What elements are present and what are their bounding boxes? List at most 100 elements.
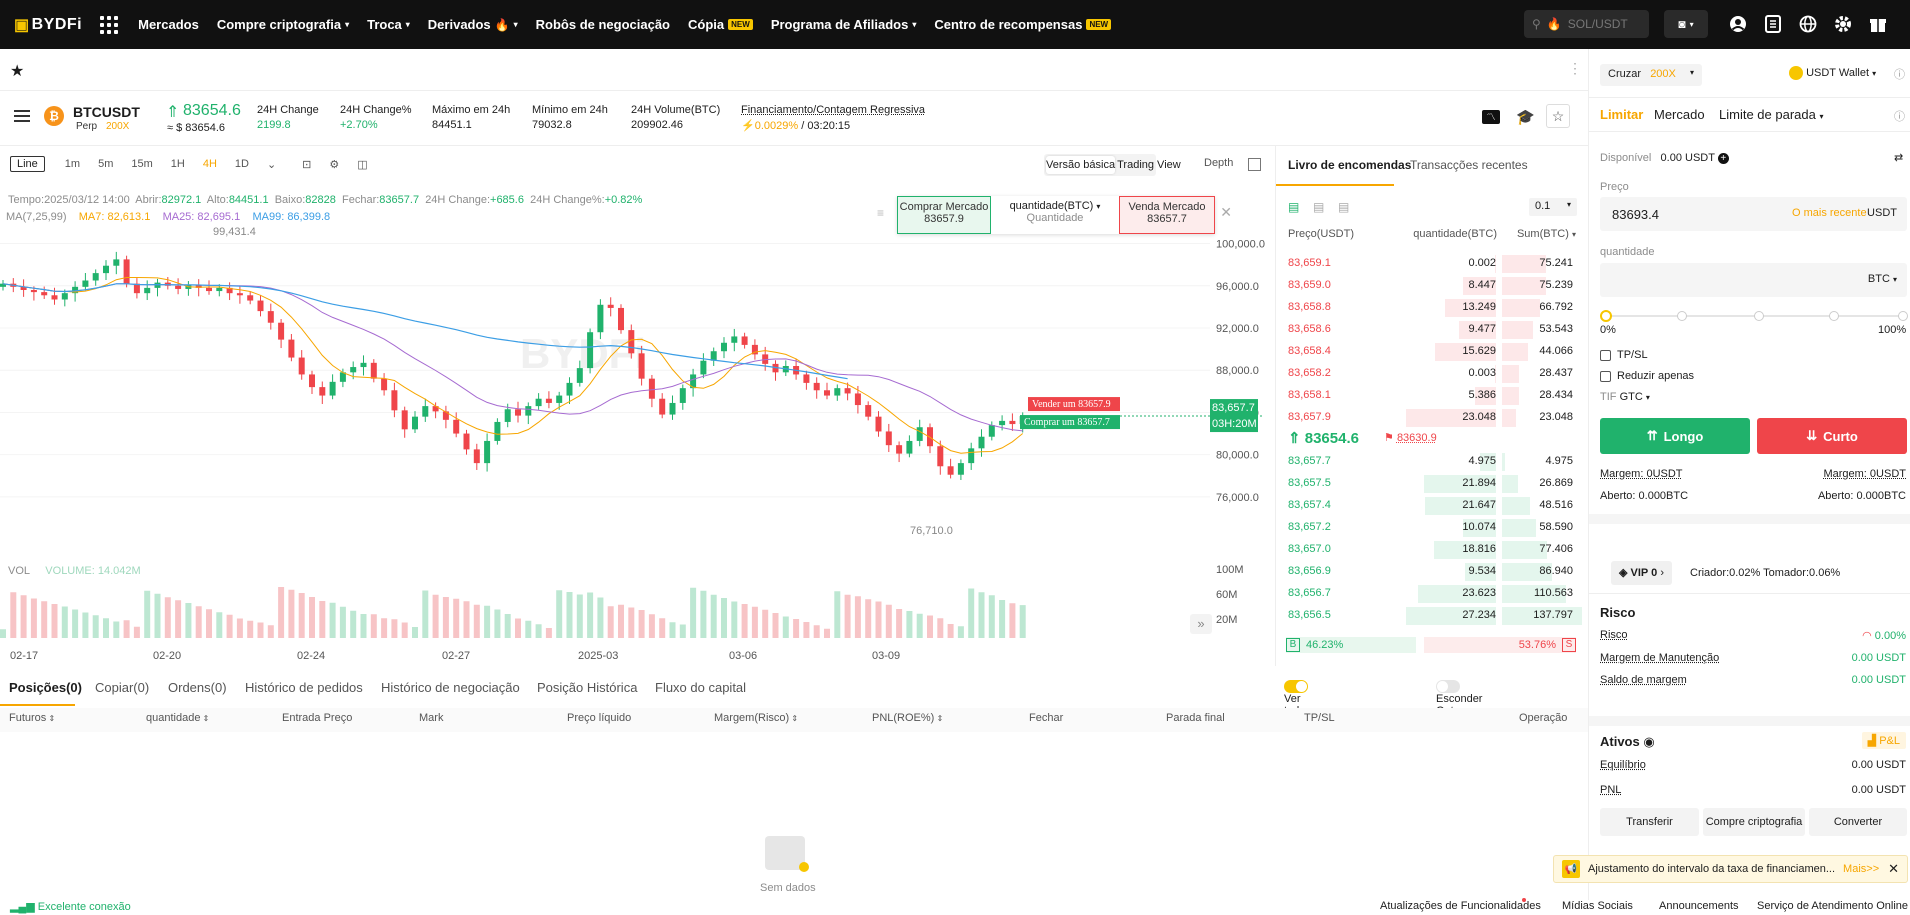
candlestick-chart[interactable]: BYDFi 99,431.4 76,710.0 100,000.0 96,000.0 92… — [0, 188, 1275, 665]
tab-order-book[interactable]: Livro de encomendas — [1288, 158, 1411, 172]
footer-link-updates[interactable]: Atualizações de Funcionalidades — [1380, 900, 1541, 912]
gear-icon[interactable] — [1831, 12, 1855, 36]
quantity-unit-select[interactable]: BTC ▾ — [1868, 273, 1897, 285]
nav-item[interactable]: Programa de Afiliados ▾ — [771, 17, 917, 32]
chart-icon[interactable]: 〽 — [1482, 110, 1500, 124]
star-icon[interactable]: ★ — [10, 61, 24, 81]
settings-icon[interactable]: ⚙ — [329, 158, 339, 171]
column-header[interactable]: Futuros ⇕ — [9, 712, 55, 724]
vip-level-button[interactable]: ◈ VIP 0 › — [1611, 561, 1672, 585]
view-both-icon[interactable]: ▤ — [1288, 200, 1299, 214]
tpsl-checkbox[interactable]: TP/SL — [1600, 349, 1648, 361]
close-icon[interactable]: ✕ — [1888, 861, 1899, 877]
indicator-icon[interactable]: ⊡ — [302, 158, 311, 171]
bid-row[interactable]: 83,657.0 18.816 77.406 — [1276, 539, 1589, 561]
column-header[interactable]: quantidade ⇕ — [146, 712, 209, 724]
bid-row[interactable]: 83,657.4 21.647 48.516 — [1276, 495, 1589, 517]
pnl-button[interactable]: ▟ P&L — [1862, 732, 1906, 749]
bid-row[interactable]: 83,657.5 21.894 26.869 — [1276, 473, 1589, 495]
timeframe-5m[interactable]: 5m — [98, 158, 113, 170]
margin-mode-select[interactable]: Cruzar 200X ▾ — [1600, 64, 1702, 86]
convert-button[interactable]: Converter — [1809, 808, 1907, 836]
buy-crypto-button[interactable]: Compre criptografia — [1703, 808, 1805, 836]
bid-row[interactable]: 83,656.9 9.534 86.940 — [1276, 561, 1589, 583]
add-icon[interactable]: + — [1718, 153, 1729, 164]
bid-row[interactable]: 83,656.5 27.234 137.797 — [1276, 605, 1589, 627]
bottom-tab[interactable]: Fluxo do capital — [655, 680, 746, 695]
nav-item[interactable]: Derivados 🔥 ▾ — [428, 17, 518, 32]
nav-item[interactable]: Centro de recompensas NEW — [934, 17, 1111, 32]
camera-icon[interactable]: ◫ — [357, 158, 367, 171]
price-input[interactable]: 83693.4 O mais recente USDT — [1600, 197, 1907, 231]
footer-link-social[interactable]: Mídias Sociais — [1562, 900, 1633, 912]
bottom-tab[interactable]: Posições(0) — [9, 680, 82, 695]
footer-link-announcements[interactable]: Announcements — [1659, 900, 1739, 912]
menu-icon[interactable] — [14, 110, 30, 122]
bid-row[interactable]: 83,657.7 4.975 4.975 — [1276, 451, 1589, 473]
ticker-symbol[interactable]: BTCUSDT — [73, 104, 140, 120]
precision-select[interactable]: 0.1 ▾ — [1529, 198, 1577, 216]
ask-row[interactable]: 83,658.6 9.477 53.543 — [1276, 319, 1589, 341]
tif-select[interactable]: TIF GTC ▾ — [1600, 391, 1650, 403]
view-bids-icon[interactable]: ▤ — [1313, 200, 1324, 214]
footer-link-support[interactable]: Serviço de Atendimento Online — [1757, 900, 1908, 912]
bottom-tab[interactable]: Histórico de pedidos — [245, 680, 363, 695]
more-icon[interactable]: ⋮ — [1568, 60, 1582, 77]
slider-handle[interactable] — [1600, 310, 1612, 322]
chart-area[interactable]: BYDFi 99,431.4 76,710.0 100,000.0 96,000.0 92… — [0, 188, 1275, 665]
drag-handle-icon[interactable]: ≡ — [877, 206, 884, 220]
more-link[interactable]: Mais>> — [1843, 863, 1879, 875]
close-icon[interactable]: ✕ — [1220, 204, 1232, 221]
stat-funding[interactable]: Financiamento/Contagem Regressiva ⚡0.0029… — [741, 104, 925, 132]
bottom-tab[interactable]: Copiar(0) — [95, 680, 149, 695]
quantity-slider[interactable] — [1605, 315, 1903, 317]
ask-row[interactable]: 83,658.8 13.249 66.792 — [1276, 297, 1589, 319]
timeframe-15m[interactable]: 15m — [131, 158, 152, 170]
basic-view-button[interactable]: Versão básica — [1046, 156, 1115, 174]
column-header[interactable]: PNL(ROE%) ⇕ — [872, 712, 943, 724]
nav-item[interactable]: Cópia NEW — [688, 17, 753, 32]
tab-recent-trades[interactable]: Transacções recentes — [1410, 158, 1528, 172]
globe-icon[interactable] — [1796, 12, 1820, 36]
tab-limit[interactable]: Limitar — [1600, 107, 1643, 122]
nav-item[interactable]: Robôs de negociação — [536, 17, 670, 32]
view-asks-icon[interactable]: ▤ — [1338, 200, 1349, 214]
ask-row[interactable]: 83,658.1 5.386 28.434 — [1276, 385, 1589, 407]
quick-buy-button[interactable]: Comprar Mercado 83657.9 — [897, 196, 991, 234]
tradingview-button[interactable]: Trading View — [1117, 154, 1181, 176]
tab-market[interactable]: Mercado — [1654, 107, 1705, 122]
eye-icon[interactable]: ◉ — [1643, 734, 1654, 749]
logo[interactable]: ▣ BYDFi — [14, 15, 82, 35]
nav-item[interactable]: Troca ▾ — [367, 17, 410, 32]
nav-item[interactable]: Compre criptografia ▾ — [217, 17, 349, 32]
quick-sell-button[interactable]: Venda Mercado 83657.7 — [1119, 196, 1215, 234]
ask-row[interactable]: 83,659.0 8.447 75.239 — [1276, 275, 1589, 297]
latest-price-button[interactable]: O mais recente — [1792, 207, 1867, 219]
download-icon[interactable] — [1761, 12, 1785, 36]
search-box[interactable]: ⚲ 🔥 SOL/USDT — [1524, 10, 1649, 38]
timeframe-4H[interactable]: 4H — [203, 158, 217, 170]
nav-item[interactable]: Mercados — [138, 17, 199, 32]
bottom-tab[interactable]: Histórico de negociação — [381, 680, 520, 695]
bid-row[interactable]: 83,656.7 23.623 110.563 — [1276, 583, 1589, 605]
info-icon[interactable]: ⓘ — [1894, 66, 1905, 82]
scroll-right-icon[interactable]: » — [1190, 614, 1212, 634]
mark-price[interactable]: ⚑ 83630.9 — [1384, 431, 1437, 444]
col-sum[interactable]: Sum(BTC) ▾ — [1517, 228, 1576, 240]
ask-row[interactable]: 83,658.2 0.003 28.437 — [1276, 363, 1589, 385]
swap-icon[interactable]: ⇄ — [1894, 151, 1903, 164]
wallet-menu-button[interactable]: ◙ ▾ — [1664, 10, 1708, 38]
column-header[interactable]: Margem(Risco) ⇕ — [714, 712, 798, 724]
long-button[interactable]: ⇈ Longo — [1600, 418, 1750, 454]
timeframe-1H[interactable]: 1H — [171, 158, 185, 170]
ask-row[interactable]: 83,657.9 23.048 23.048 — [1276, 407, 1589, 429]
quantity-input[interactable]: BTC ▾ — [1600, 263, 1907, 297]
user-icon[interactable] — [1726, 12, 1750, 36]
info-icon[interactable]: ⓘ — [1894, 108, 1905, 124]
bid-row[interactable]: 83,657.2 10.074 58.590 — [1276, 517, 1589, 539]
reduce-only-checkbox[interactable]: Reduzir apenas — [1600, 370, 1694, 382]
gift-icon[interactable] — [1866, 12, 1890, 36]
short-button[interactable]: ⇊ Curto — [1757, 418, 1907, 454]
tab-stop-limit[interactable]: Limite de parada ▾ — [1719, 107, 1823, 122]
announcement-banner[interactable]: 📢 Ajustamento do intervalo da taxa de fi… — [1553, 855, 1908, 883]
